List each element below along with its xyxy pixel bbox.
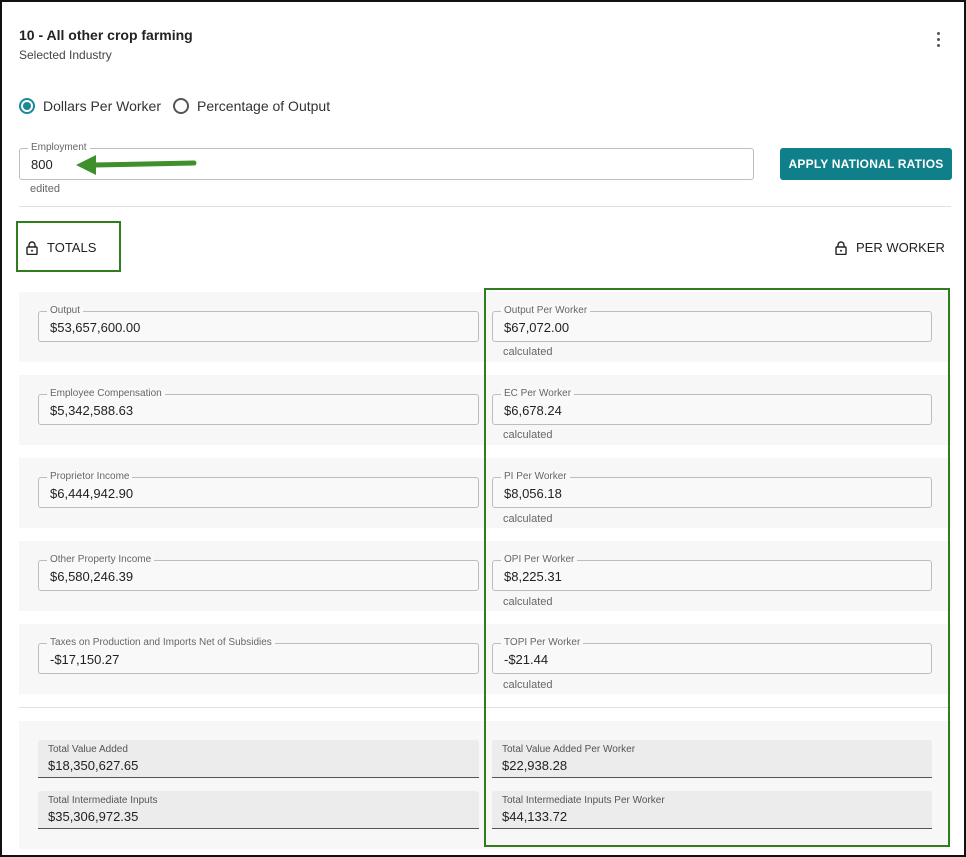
- field-label: Total Intermediate Inputs Per Worker: [502, 795, 665, 806]
- topi-per-worker-field[interactable]: TOPI Per Worker -$21.44: [492, 637, 932, 674]
- total-intermediate-inputs-field: Total Intermediate Inputs $35,306,972.35: [38, 791, 479, 829]
- industry-title: 10 - All other crop farming: [19, 27, 193, 43]
- field-label: Employee Compensation: [47, 388, 165, 400]
- calculated-helper: calculated: [503, 596, 553, 608]
- output-field[interactable]: Output $53,657,600.00: [38, 305, 479, 342]
- total-value-added-field: Total Value Added $18,350,627.65: [38, 740, 479, 778]
- calculated-helper: calculated: [503, 679, 553, 691]
- field-value: $44,133.72: [502, 809, 568, 824]
- field-value: $22,938.28: [502, 758, 568, 773]
- ec-per-worker-field[interactable]: EC Per Worker $6,678.24: [492, 388, 932, 425]
- pi-per-worker-field[interactable]: PI Per Worker $8,056.18: [492, 471, 932, 508]
- field-value: $5,342,588.63: [50, 403, 134, 418]
- field-value: $35,306,972.35: [48, 809, 139, 824]
- field-value: $6,678.24: [504, 403, 562, 418]
- output-per-worker-field[interactable]: Output Per Worker $67,072.00: [492, 305, 932, 342]
- field-label: Taxes on Production and Imports Net of S…: [47, 637, 275, 649]
- field-label: EC Per Worker: [501, 388, 575, 400]
- calculated-helper: calculated: [503, 346, 553, 358]
- lock-icon: [26, 240, 38, 255]
- lock-icon: [835, 240, 847, 255]
- taxes-on-production-field[interactable]: Taxes on Production and Imports Net of S…: [38, 637, 479, 674]
- apply-national-ratios-button[interactable]: APPLY NATIONAL RATIOS: [780, 148, 952, 180]
- proprietor-income-field[interactable]: Proprietor Income $6,444,942.90: [38, 471, 479, 508]
- field-label: Output: [47, 305, 84, 317]
- field-label: OPI Per Worker: [501, 554, 578, 566]
- field-label: Total Value Added: [48, 744, 128, 755]
- field-value: $53,657,600.00: [50, 320, 141, 335]
- divider: [19, 206, 951, 207]
- field-label: Total Value Added Per Worker: [502, 744, 636, 755]
- per-worker-label: PER WORKER: [856, 240, 945, 255]
- more-options-icon[interactable]: [928, 28, 948, 50]
- mode-radio-group: Dollars Per Worker Percentage of Output: [19, 96, 342, 116]
- radio-checked-icon: [19, 98, 35, 114]
- field-value: $8,225.31: [504, 569, 562, 584]
- field-value: $18,350,627.65: [48, 758, 139, 773]
- industry-panel: 10 - All other crop farming Selected Ind…: [0, 0, 966, 857]
- field-value: $8,056.18: [504, 486, 562, 501]
- industry-subtitle: Selected Industry: [19, 48, 112, 62]
- totals-toggle[interactable]: TOTALS: [26, 240, 96, 255]
- radio-percentage-of-output[interactable]: Percentage of Output: [173, 98, 330, 114]
- field-value: -$17,150.27: [50, 652, 120, 667]
- total-intermediate-inputs-per-worker-field: Total Intermediate Inputs Per Worker $44…: [492, 791, 932, 829]
- field-label: Total Intermediate Inputs: [48, 795, 158, 806]
- employment-helper: edited: [30, 183, 60, 195]
- total-value-added-per-worker-field: Total Value Added Per Worker $22,938.28: [492, 740, 932, 778]
- radio-unchecked-icon: [173, 98, 189, 114]
- field-label: Output Per Worker: [501, 305, 591, 317]
- annotation-arrow: [76, 155, 197, 175]
- divider: [19, 707, 951, 708]
- field-value: -$21.44: [504, 652, 549, 667]
- opi-per-worker-field[interactable]: OPI Per Worker $8,225.31: [492, 554, 932, 591]
- employment-value: 800: [31, 157, 53, 172]
- calculated-helper: calculated: [503, 429, 553, 441]
- field-label: PI Per Worker: [501, 471, 570, 483]
- calculated-helper: calculated: [503, 513, 553, 525]
- field-value: $67,072.00: [504, 320, 570, 335]
- other-property-income-field[interactable]: Other Property Income $6,580,246.39: [38, 554, 479, 591]
- employee-compensation-field[interactable]: Employee Compensation $5,342,588.63: [38, 388, 479, 425]
- field-value: $6,580,246.39: [50, 569, 134, 584]
- field-label: Other Property Income: [47, 554, 155, 566]
- totals-label: TOTALS: [47, 240, 97, 255]
- field-label: Proprietor Income: [47, 471, 133, 483]
- field-value: $6,444,942.90: [50, 486, 134, 501]
- field-label: TOPI Per Worker: [501, 637, 584, 649]
- per-worker-toggle[interactable]: PER WORKER: [835, 240, 945, 255]
- radio-label: Percentage of Output: [197, 98, 331, 114]
- radio-label: Dollars Per Worker: [43, 98, 161, 114]
- radio-dollars-per-worker[interactable]: Dollars Per Worker: [19, 98, 161, 114]
